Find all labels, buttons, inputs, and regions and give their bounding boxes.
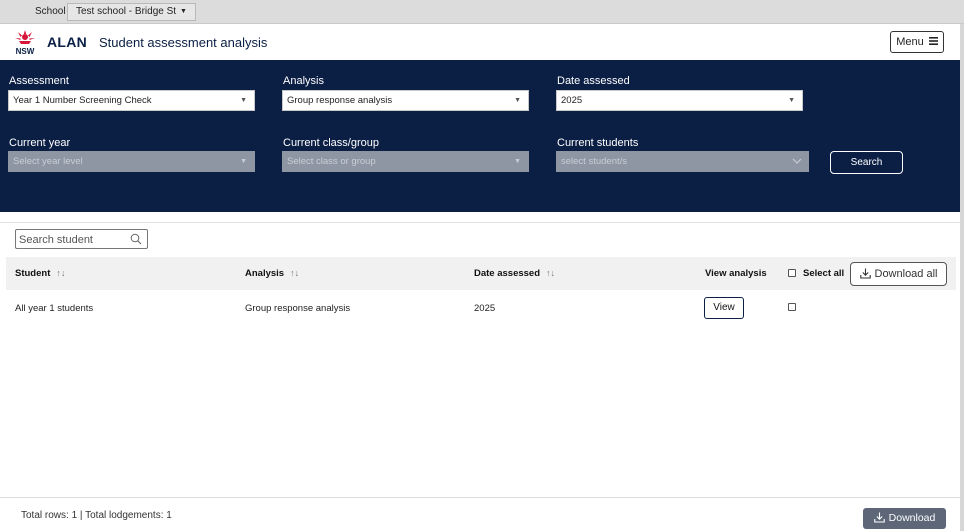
school-label: School [35,6,66,17]
divider [0,222,964,223]
analysis-label: Analysis [283,75,324,87]
download-icon [873,512,885,523]
chevron-down-icon: ▼ [514,97,521,104]
student-search[interactable] [15,229,148,249]
download-label: Download [888,512,936,524]
app-name: ALAN [47,34,88,50]
school-bar: School Test school - Bridge St ▼ [0,0,964,24]
search-button[interactable]: Search [830,151,903,174]
chevron-down-icon: ▼ [180,8,187,15]
column-analysis-label: Analysis [245,268,285,279]
current-students-label: Current students [557,137,639,149]
window-scrollbar[interactable] [960,24,964,531]
column-student[interactable]: Student ↑↓ [15,268,65,279]
current-year-label: Current year [9,137,71,149]
table-footer: Total rows: 1 | Total lodgements: 1 Down… [0,497,964,531]
row-select-checkbox[interactable] [788,303,796,311]
current-class-label: Current class/group [283,137,379,149]
assessment-select[interactable]: Year 1 Number Screening Check ▼ [8,90,255,111]
download-all-button[interactable]: Download all [850,262,947,286]
page-title: Student assessment analysis [99,35,268,50]
search-icon[interactable] [130,233,142,245]
cell-student: All year 1 students [15,303,94,314]
view-button[interactable]: View [704,297,744,319]
column-analysis[interactable]: Analysis ↑↓ [245,268,299,279]
nsw-waratah-logo[interactable]: NSW [13,29,37,56]
cell-date-assessed: 2025 [474,303,496,314]
school-select-value: Test school - Bridge St [76,6,177,17]
sort-icon[interactable]: ↑↓ [546,268,555,278]
date-assessed-select[interactable]: 2025 ▼ [556,90,803,111]
select-all-label: Select all [803,268,845,279]
download-icon [859,268,871,279]
column-date-label: Date assessed [474,268,541,279]
current-class-placeholder: Select class or group [287,156,376,167]
chevron-down-icon: ▼ [514,158,521,165]
column-view-analysis: View analysis [705,268,767,279]
sort-icon[interactable]: ↑↓ [290,268,299,278]
select-all-checkbox[interactable] [788,269,796,277]
hamburger-icon [928,37,938,46]
logo-text: NSW [16,47,35,56]
analysis-select[interactable]: Group response analysis ▼ [282,90,529,111]
table-header: Student ↑↓ Analysis ↑↓ Date assessed ↑↓ Vie… [6,257,956,290]
menu-label: Menu [896,36,924,48]
download-all-label: Download all [874,268,938,280]
app-header: NSW ALAN Student assessment analysis Men… [0,24,964,60]
chevron-down-icon: ▼ [240,158,247,165]
totals-text: Total rows: 1 | Total lodgements: 1 [21,510,172,521]
current-students-placeholder: select student/s [561,156,628,167]
column-date-assessed[interactable]: Date assessed ↑↓ [474,268,555,279]
school-select[interactable]: Test school - Bridge St ▼ [67,3,196,21]
menu-button[interactable]: Menu [890,31,944,53]
assessment-label: Assessment [9,75,69,87]
filter-panel: Assessment Year 1 Number Screening Check… [0,60,964,212]
column-student-label: Student [15,268,51,279]
chevron-down-icon: ▼ [788,97,795,104]
chevron-down-icon [792,158,802,164]
current-year-placeholder: Select year level [13,156,83,167]
date-assessed-label: Date assessed [557,75,630,87]
current-students-select[interactable]: select student/s [556,151,809,172]
current-year-select[interactable]: Select year level ▼ [8,151,255,172]
download-button[interactable]: Download [863,508,946,529]
cell-analysis: Group response analysis [245,303,351,314]
current-class-select[interactable]: Select class or group ▼ [282,151,529,172]
date-assessed-value: 2025 [561,95,583,106]
analysis-value: Group response analysis [287,95,393,106]
assessment-value: Year 1 Number Screening Check [13,95,152,106]
sort-icon[interactable]: ↑↓ [56,268,65,278]
chevron-down-icon: ▼ [240,97,247,104]
student-search-input[interactable] [16,231,126,249]
